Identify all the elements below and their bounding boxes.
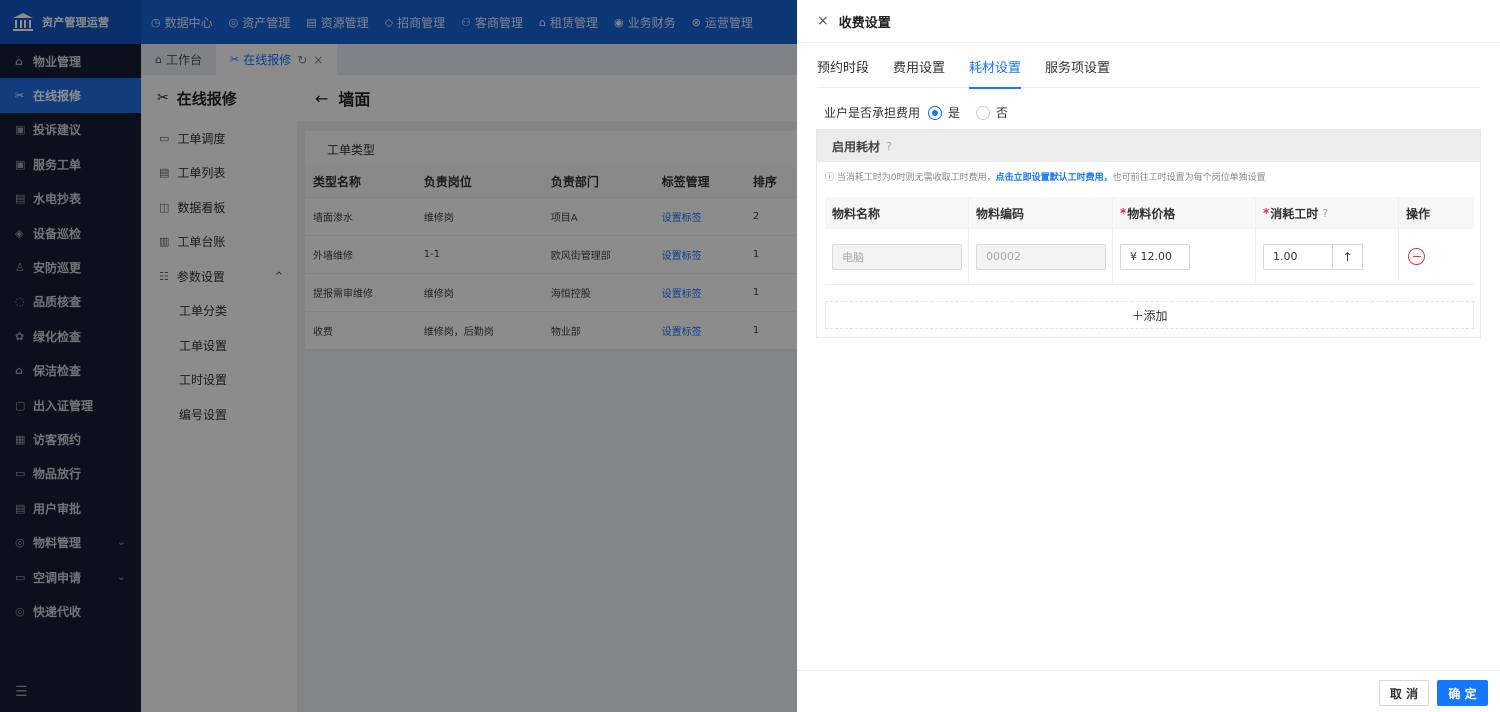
consumables-section: 启用耗材 ? ⓘ 当消耗工时为0时则无需收取工时费用， 点击立即设置默认工时费用… — [816, 129, 1481, 338]
modal-overlay[interactable] — [0, 0, 797, 712]
radio-no[interactable] — [976, 105, 991, 120]
add-material-button[interactable]: ＋添加 — [825, 301, 1474, 329]
remove-row-icon[interactable] — [1408, 248, 1425, 265]
set-default-hour-fee-link[interactable]: 点击立即设置默认工时费用， — [996, 170, 1113, 183]
fee-settings-drawer: × 收费设置 预约时段 费用设置 耗材设置 服务项设置 业户是否承担费用 是 否… — [797, 0, 1500, 712]
material-code-input: 00002 — [976, 243, 1106, 270]
column-header-hours: * 消耗工时? — [1256, 197, 1399, 229]
drawer-footer: 取 消 确 定 — [797, 670, 1500, 712]
material-table: 物料名称 物料编码 * 物料价格 * 消耗工时? 操作 电脑 00002 ¥ 12.… — [825, 197, 1474, 285]
radio-no-label[interactable]: 否 — [996, 104, 1008, 121]
table-header-row: 物料名称 物料编码 * 物料价格 * 消耗工时? 操作 — [825, 197, 1474, 229]
tab-fee-settings[interactable]: 费用设置 — [893, 44, 945, 88]
drawer-title: 收费设置 — [838, 15, 891, 31]
hint-text: ⓘ 当消耗工时为0时则无需收取工时费用， 点击立即设置默认工时费用， 也可前往工… — [817, 162, 1480, 190]
table-row: 电脑 00002 ¥ 12.00 1.00 ↑ — [825, 229, 1474, 285]
material-price-input[interactable]: ¥ 12.00 — [1120, 243, 1190, 270]
table-cell: 电脑 — [825, 229, 969, 284]
required-mark: * — [1263, 206, 1270, 220]
column-header: 物料价格 — [1127, 206, 1176, 221]
tab-service-item-settings[interactable]: 服务项设置 — [1045, 44, 1110, 88]
stepper-up-icon[interactable]: ↑ — [1333, 243, 1363, 270]
cancel-button[interactable]: 取 消 — [1379, 680, 1429, 706]
table-cell — [1399, 229, 1462, 284]
owner-pays-field: 业户是否承担费用 是 否 — [824, 104, 1016, 121]
material-name-input: 电脑 — [832, 243, 962, 270]
tab-booking-period[interactable]: 预约时段 — [817, 44, 869, 88]
table-cell: 00002 — [969, 229, 1113, 284]
drawer-tabs: 预约时段 费用设置 耗材设置 服务项设置 — [817, 44, 1481, 89]
consumables-header: 启用耗材 ? — [817, 130, 1480, 162]
radio-yes-label[interactable]: 是 — [948, 104, 960, 121]
column-header: 消耗工时 — [1270, 206, 1319, 221]
hours-stepper: 1.00 ↑ — [1263, 243, 1363, 270]
column-header-price: * 物料价格 — [1113, 197, 1256, 229]
radio-yes[interactable] — [928, 105, 943, 120]
table-cell: 1.00 ↑ — [1256, 229, 1399, 284]
column-header: 操作 — [1406, 206, 1431, 221]
column-header: 物料名称 — [825, 197, 969, 229]
help-icon[interactable]: ? — [1322, 207, 1328, 220]
close-icon[interactable]: × — [817, 13, 829, 29]
table-cell: ¥ 12.00 — [1113, 229, 1256, 284]
hint-prefix: ⓘ 当消耗工时为0时则无需收取工时费用， — [825, 172, 996, 183]
drawer-header: × 收费设置 — [797, 0, 1500, 43]
hours-input[interactable]: 1.00 — [1263, 243, 1333, 270]
hint-suffix: 也可前往工时设置为每个岗位单独设置 — [1112, 172, 1266, 183]
confirm-button[interactable]: 确 定 — [1437, 680, 1488, 706]
required-mark: * — [1120, 206, 1127, 220]
column-header: 物料编码 — [969, 197, 1113, 229]
help-icon[interactable]: ? — [886, 140, 892, 153]
tab-consumable-settings[interactable]: 耗材设置 — [969, 44, 1022, 89]
consumables-title: 启用耗材 — [832, 139, 881, 154]
owner-pays-label: 业户是否承担费用 — [824, 106, 921, 120]
